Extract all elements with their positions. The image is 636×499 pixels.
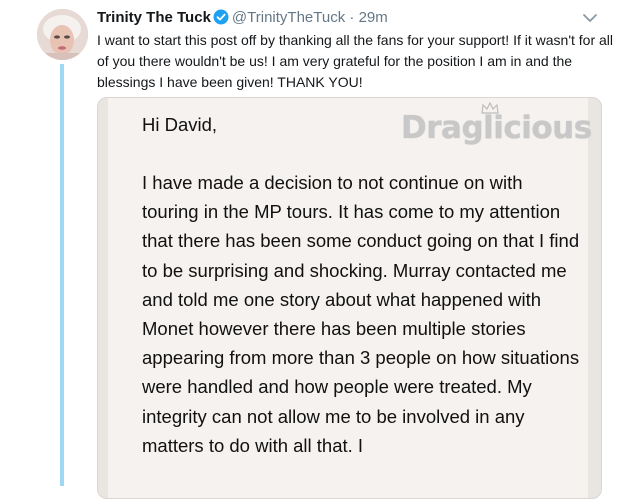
tweet-header: Trinity The Tuck @TrinityTheTuck · 29m bbox=[97, 7, 617, 29]
display-name[interactable]: Trinity The Tuck bbox=[97, 9, 211, 26]
chevron-down-icon[interactable] bbox=[580, 10, 600, 26]
avatar[interactable] bbox=[37, 9, 88, 60]
letter-body: I have made a decision to not continue o… bbox=[142, 172, 580, 456]
avatar-image bbox=[37, 9, 88, 60]
tweet-timestamp[interactable]: 29m bbox=[359, 9, 388, 26]
header-separator: · bbox=[349, 9, 355, 26]
crown-icon bbox=[481, 102, 499, 114]
watermark-logo: Draglicious bbox=[401, 102, 592, 160]
watermark-text: Draglicious bbox=[401, 110, 592, 146]
thread-connector-line bbox=[60, 64, 64, 486]
tweet-media-image[interactable]: Hi David, I have made a decision to not … bbox=[97, 97, 602, 499]
verified-badge-icon bbox=[213, 9, 229, 32]
user-handle[interactable]: @TrinityTheTuck bbox=[232, 9, 345, 26]
tweet-text: I want to start this post off by thankin… bbox=[97, 32, 614, 90]
letter-content: Hi David, I have made a decision to not … bbox=[142, 112, 582, 460]
